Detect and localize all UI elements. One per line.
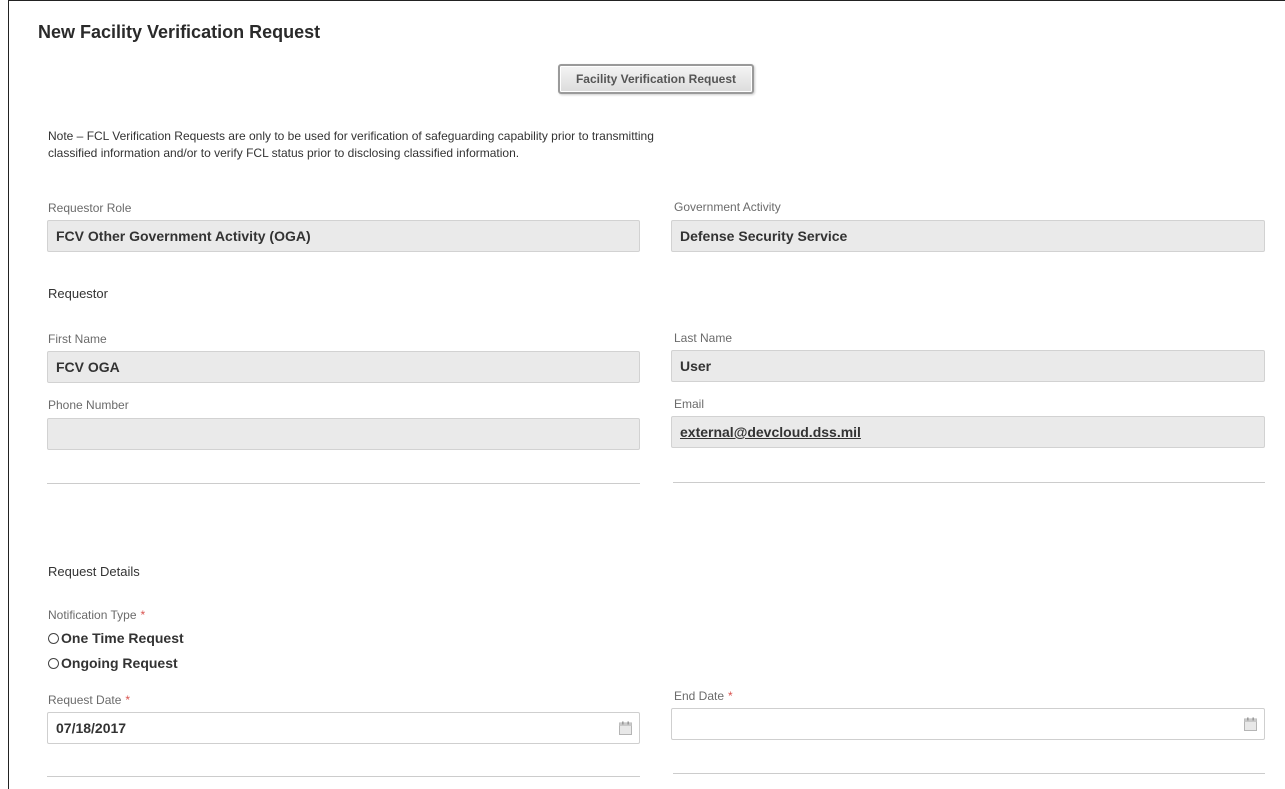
- divider-right-1: [673, 482, 1265, 483]
- first-name-field: FCV OGA: [47, 351, 640, 383]
- one-time-request-radio[interactable]: One Time Request: [48, 630, 184, 646]
- divider-right-2: [673, 773, 1265, 774]
- calendar-icon[interactable]: [619, 721, 632, 735]
- requestor-role-label: Requestor Role: [48, 201, 132, 215]
- ongoing-request-label: Ongoing Request: [61, 655, 178, 671]
- government-activity-label: Government Activity: [674, 200, 781, 214]
- facility-verification-request-button[interactable]: Facility Verification Request: [558, 64, 754, 94]
- email-label: Email: [674, 397, 705, 411]
- requestor-role-field: FCV Other Government Activity (OGA): [47, 220, 640, 252]
- notification-type-label: Notification Type *: [48, 608, 146, 622]
- divider-left-1: [47, 483, 640, 484]
- government-activity-field: Defense Security Service: [671, 220, 1265, 252]
- radio-button-icon[interactable]: [48, 632, 59, 644]
- calendar-icon[interactable]: [1244, 717, 1257, 731]
- ongoing-request-radio[interactable]: Ongoing Request: [48, 655, 178, 671]
- last-name-field: User: [671, 350, 1265, 382]
- phone-number-field: [47, 418, 640, 450]
- request-details-section-label: Request Details: [48, 564, 140, 579]
- email-field: external@devcloud.dss.mil: [671, 416, 1265, 448]
- fcl-note: Note – FCL Verification Requests are onl…: [48, 129, 654, 160]
- required-mark: *: [728, 689, 733, 703]
- email-link[interactable]: external@devcloud.dss.mil: [680, 424, 861, 440]
- requestor-section-label: Requestor: [48, 286, 108, 301]
- end-date-label: End Date *: [674, 689, 733, 703]
- last-name-label: Last Name: [674, 331, 733, 345]
- request-date-label: Request Date *: [48, 693, 131, 707]
- request-date-value: 07/18/2017: [56, 720, 127, 736]
- end-date-input[interactable]: [671, 708, 1265, 740]
- first-name-label: First Name: [48, 332, 107, 346]
- request-date-input[interactable]: 07/18/2017: [47, 712, 640, 744]
- radio-button-icon[interactable]: [48, 657, 59, 669]
- form-container: [8, 0, 1285, 789]
- phone-number-label: Phone Number: [48, 398, 129, 412]
- required-mark: *: [125, 693, 131, 707]
- page-title: New Facility Verification Request: [38, 22, 321, 42]
- required-mark: *: [140, 608, 146, 622]
- one-time-request-label: One Time Request: [61, 630, 184, 646]
- divider-left-2: [47, 776, 640, 777]
